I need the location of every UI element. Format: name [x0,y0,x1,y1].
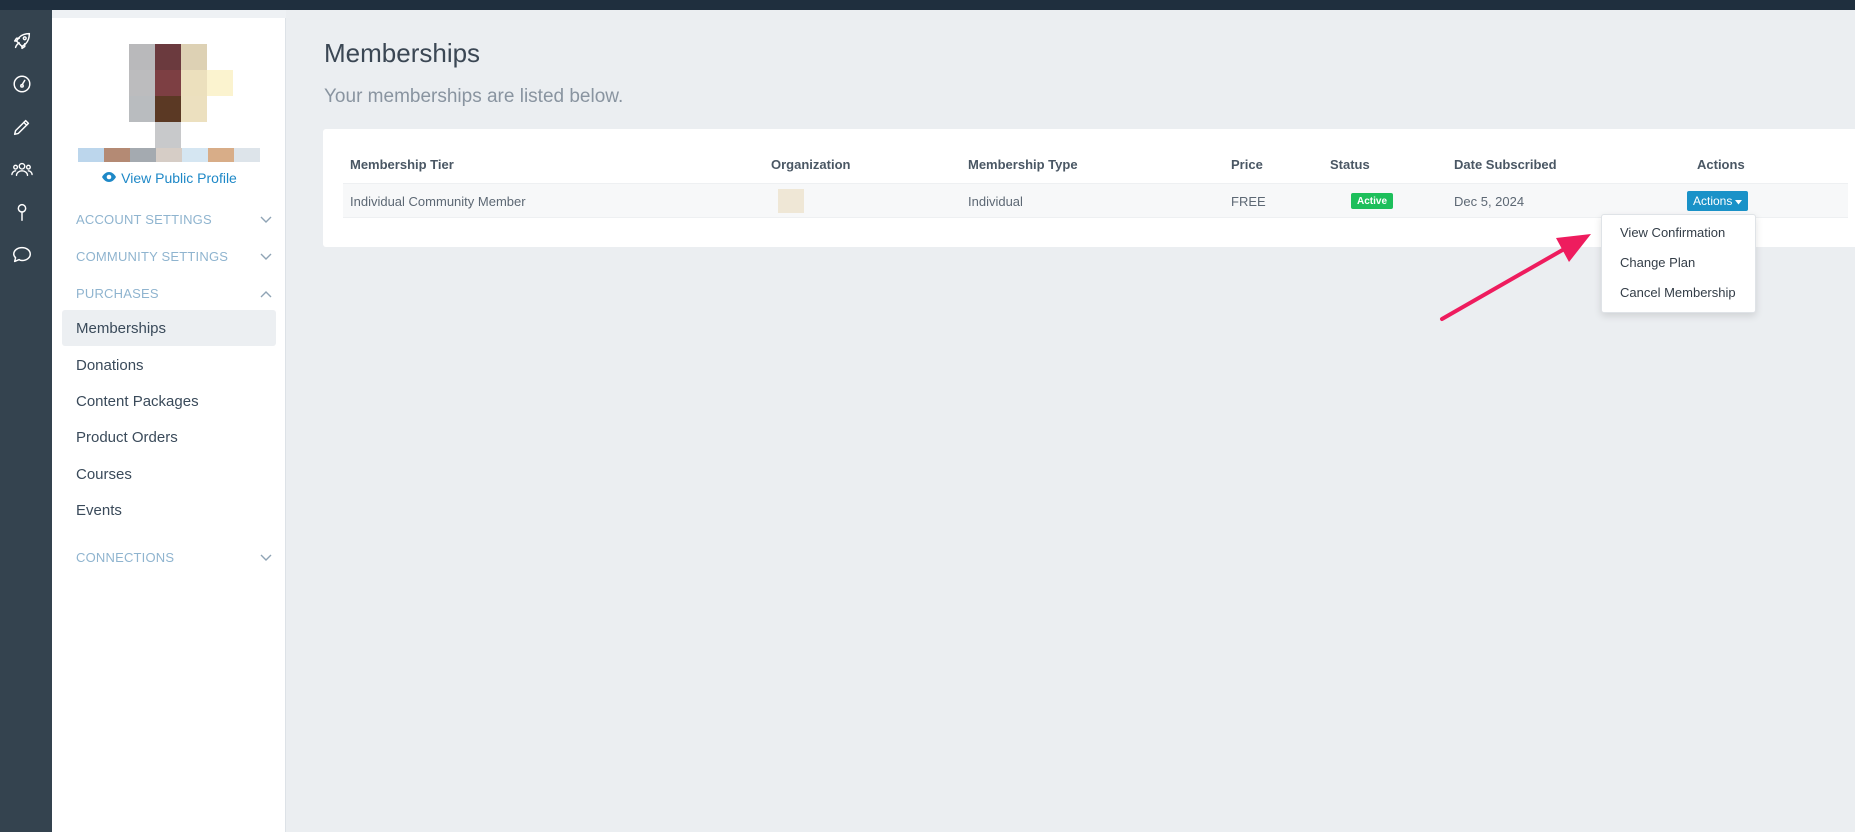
cell-price: FREE [1231,194,1266,209]
chevron-down-icon [260,550,272,565]
sidebar-top-strip [52,10,286,18]
avatar-color-strip [78,148,260,162]
section-label: CONNECTIONS [76,549,175,565]
cell-date: Dec 5, 2024 [1454,194,1525,209]
cell-type: Individual [968,194,1023,209]
top-bar [0,0,1855,10]
column-header-status: Status [1330,157,1370,172]
sidebar-item-label: Courses [76,465,132,483]
sidebar-item-label: Memberships [76,319,167,337]
pencil-icon[interactable] [11,116,33,138]
column-header-organization: Organization [771,157,851,172]
sidebar-item-label: Content Packages [76,392,199,410]
organization-logo [778,189,804,213]
chevron-down-icon [260,249,272,264]
view-public-profile-label: View Public Profile [121,170,237,186]
cell-tier: Individual Community Member [350,194,526,209]
dashboard-icon[interactable] [11,73,33,95]
sidebar-item-label: Events [76,501,122,519]
annotation-arrow-icon [1440,234,1591,321]
rocket-icon[interactable] [11,30,33,52]
status-badge: Active [1351,193,1394,209]
sidebar-item-content-packages[interactable]: Content Packages [62,383,276,419]
menu-item-change-plan[interactable]: Change Plan [1620,255,1695,270]
table-row: Individual Community Member Individual F… [343,183,1848,218]
chat-icon[interactable] [11,244,33,266]
column-header-actions: Actions [1697,157,1745,172]
eye-icon [101,170,117,186]
sidebar-item-label: Donations [76,356,144,374]
section-label: COMMUNITY SETTINGS [76,248,229,264]
chevron-down-icon [260,212,272,227]
sidebar-item-product-orders[interactable]: Product Orders [62,419,276,455]
sidebar-item-label: Product Orders [76,428,178,446]
actions-dropdown-menu: View Confirmation Change Plan Cancel Mem… [1601,214,1756,313]
map-pin-icon[interactable] [11,201,33,223]
menu-item-cancel-membership[interactable]: Cancel Membership [1620,285,1736,300]
caret-down-icon [1735,194,1743,208]
icon-rail [0,10,52,832]
users-icon[interactable] [11,158,33,180]
column-header-tier: Membership Tier [350,157,454,172]
actions-dropdown-button[interactable]: Actions [1687,191,1749,211]
page-title: Memberships [324,38,481,68]
section-connections[interactable]: CONNECTIONS [76,547,272,567]
actions-button-label: Actions [1693,194,1733,208]
column-header-date: Date Subscribed [1454,157,1557,172]
section-account-settings[interactable]: ACCOUNT SETTINGS [76,209,272,229]
page-subtitle: Your memberships are listed below. [324,86,624,107]
sidebar-item-events[interactable]: Events [62,492,276,528]
avatar[interactable] [129,44,233,156]
chevron-up-icon [260,286,272,301]
column-header-type: Membership Type [968,157,1078,172]
sidebar-item-memberships[interactable]: Memberships [62,310,276,346]
column-header-price: Price [1231,157,1263,172]
section-label: ACCOUNT SETTINGS [76,211,212,227]
sidebar-item-courses[interactable]: Courses [62,456,276,492]
menu-item-view-confirmation[interactable]: View Confirmation [1620,225,1725,240]
section-purchases[interactable]: PURCHASES [76,283,272,303]
section-community-settings[interactable]: COMMUNITY SETTINGS [76,246,272,266]
view-public-profile-link[interactable]: View Public Profile [52,170,286,186]
sidebar-item-donations[interactable]: Donations [62,347,276,383]
section-label: PURCHASES [76,285,159,301]
sidebar: View Public Profile ACCOUNT SETTINGS COM… [52,10,286,832]
